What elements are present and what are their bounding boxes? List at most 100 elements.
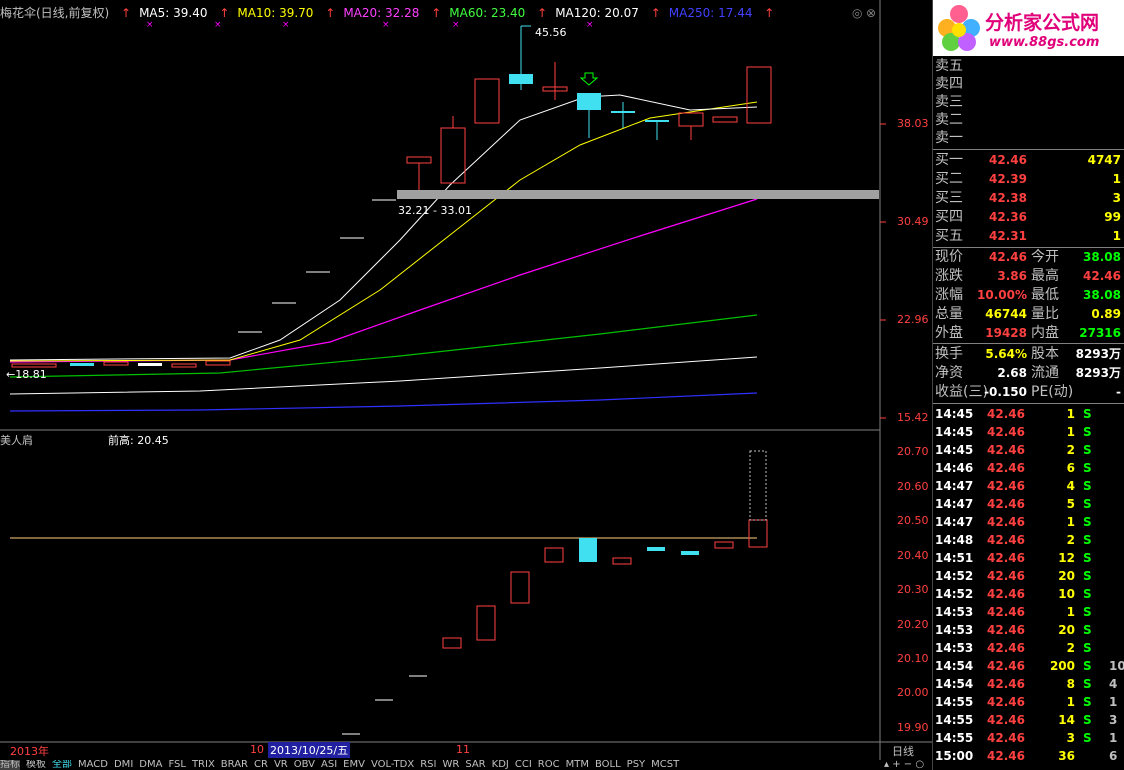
quote-value: 0.89 bbox=[1091, 307, 1121, 321]
tab-asi[interactable]: ASI bbox=[321, 760, 337, 770]
tick-volume: 1 bbox=[1066, 425, 1075, 439]
tick-row: 14:52 42.46 10 S bbox=[933, 585, 1123, 603]
ask-label: 卖五 bbox=[935, 58, 963, 74]
bid-price: 42.36 bbox=[989, 210, 1027, 224]
tab-obv[interactable]: OBV bbox=[294, 760, 315, 770]
tick-row: 14:53 42.46 20 S bbox=[933, 621, 1123, 639]
kline-chart[interactable]: × × × × × × bbox=[0, 0, 932, 770]
tab-rsi[interactable]: RSI bbox=[420, 760, 436, 770]
ma10-label: MA10: 39.70 bbox=[237, 6, 314, 20]
logo: 分析家公式网 www.88gs.com bbox=[933, 0, 1124, 56]
tick-side: S bbox=[1083, 677, 1092, 691]
tab-trix[interactable]: TRIX bbox=[192, 760, 215, 770]
bid-price: 42.31 bbox=[989, 229, 1027, 243]
tab-cci[interactable]: CCI bbox=[515, 760, 532, 770]
tick-row: 14:52 42.46 20 S bbox=[933, 567, 1123, 585]
quote-value: 46744 bbox=[985, 307, 1027, 321]
tab-boll[interactable]: BOLL bbox=[595, 760, 621, 770]
tick-time: 14:53 bbox=[935, 605, 974, 619]
tick-volume: 8 bbox=[1066, 677, 1075, 691]
settings-icon[interactable]: ◎ bbox=[852, 6, 862, 20]
tab-cr[interactable]: CR bbox=[254, 760, 268, 770]
bid-volume: 3 bbox=[1112, 191, 1121, 205]
bid-label: 买五 bbox=[935, 228, 963, 244]
tick-side: S bbox=[1083, 587, 1092, 601]
tick-price: 42.46 bbox=[987, 731, 1025, 745]
tab-mcst[interactable]: MCST bbox=[651, 760, 679, 770]
tick-row: 14:46 42.46 6 S bbox=[933, 459, 1123, 477]
tick-side: S bbox=[1083, 569, 1092, 583]
ma250-label: MA250: 17.44 bbox=[668, 6, 753, 20]
tab-macd[interactable]: MACD bbox=[78, 760, 108, 770]
sub-y-tick: 19.90 bbox=[897, 721, 929, 734]
ma120-line bbox=[9, 356, 758, 395]
chart-area[interactable]: × × × × × × 梅花伞(日线,前复权) ↑ MA5: 39.40 ↑ MA10: 3… bbox=[0, 0, 932, 770]
tab-sar[interactable]: SAR bbox=[465, 760, 485, 770]
tab-template[interactable]: 模板 bbox=[26, 760, 46, 770]
ask-row: 卖四 bbox=[933, 75, 1123, 93]
tick-side: S bbox=[1083, 551, 1092, 565]
tick-side: S bbox=[1083, 659, 1092, 673]
tab-dmi[interactable]: DMI bbox=[114, 760, 133, 770]
tick-row: 14:55 42.46 1 S 1 bbox=[933, 693, 1123, 711]
quote-label: 涨跌 bbox=[935, 268, 963, 284]
tick-row: 14:55 42.46 14 S 3 bbox=[933, 711, 1123, 729]
quote-value: 8293万 bbox=[1075, 366, 1121, 380]
indicator-header: 梅花伞(日线,前复权) ↑ MA5: 39.40 ↑ MA10: 39.70 ↑ MA… bbox=[0, 4, 782, 20]
tab-vr[interactable]: VR bbox=[274, 760, 288, 770]
svg-text:×: × bbox=[586, 20, 594, 30]
date-month-10: 10 bbox=[250, 743, 264, 756]
zoom-controls[interactable]: ▴ + − ○ bbox=[884, 760, 924, 770]
tick-count: 4 bbox=[1109, 677, 1118, 691]
ma20-line bbox=[9, 198, 758, 363]
ask-row: 卖二 bbox=[933, 111, 1123, 129]
tab-emv[interactable]: EMV bbox=[343, 760, 365, 770]
quote-row: 涨跌 3.86 最高 42.46 bbox=[933, 267, 1123, 285]
tab-indicator[interactable]: 指标 bbox=[0, 760, 20, 770]
quote-value: 8293万 bbox=[1075, 347, 1121, 361]
indicator-tab-bar[interactable]: 指标 模板 全部 MACD DMI DMA FSL TRIX BRAR CR VR OBV ASI EMV… bbox=[0, 760, 890, 770]
tab-wr[interactable]: WR bbox=[442, 760, 459, 770]
tab-dma[interactable]: DMA bbox=[139, 760, 162, 770]
tick-side: S bbox=[1083, 713, 1092, 727]
tick-volume: 6 bbox=[1066, 461, 1075, 475]
quote-label: 流通 bbox=[1031, 365, 1059, 381]
close-icon[interactable]: ⊗ bbox=[866, 6, 876, 20]
tab-roc[interactable]: ROC bbox=[538, 760, 560, 770]
y-tick: 38.03 bbox=[897, 117, 929, 130]
period-selector[interactable]: 日线 bbox=[892, 743, 914, 759]
tick-price: 42.46 bbox=[987, 443, 1025, 457]
tick-row: 14:47 42.46 1 S bbox=[933, 513, 1123, 531]
logo-url: www.88gs.com bbox=[989, 35, 1100, 50]
tick-volume: 1 bbox=[1066, 407, 1075, 421]
tab-vol-tdx[interactable]: VOL-TDX bbox=[371, 760, 414, 770]
ma250-line bbox=[9, 392, 758, 412]
quote-value: 3.86 bbox=[997, 269, 1027, 283]
bid-price: 42.38 bbox=[989, 191, 1027, 205]
tick-price: 42.46 bbox=[987, 587, 1025, 601]
tick-time: 15:00 bbox=[935, 749, 974, 763]
ma5-line bbox=[9, 94, 758, 361]
tick-volume: 20 bbox=[1058, 569, 1075, 583]
tab-all[interactable]: 全部 bbox=[52, 760, 72, 770]
tab-brar[interactable]: BRAR bbox=[221, 760, 248, 770]
tab-mtm[interactable]: MTM bbox=[566, 760, 589, 770]
tick-side: S bbox=[1083, 731, 1092, 745]
tab-fsl[interactable]: FSL bbox=[168, 760, 186, 770]
tick-time: 14:45 bbox=[935, 407, 974, 421]
sub-y-tick: 20.30 bbox=[897, 583, 929, 596]
svg-text:×: × bbox=[382, 20, 390, 30]
y-tick: 30.49 bbox=[897, 215, 929, 228]
ask-label: 卖四 bbox=[935, 76, 963, 92]
tick-time: 14:47 bbox=[935, 515, 974, 529]
sub-indicator-name[interactable]: 美人肩 bbox=[0, 432, 33, 448]
tick-volume: 3 bbox=[1066, 731, 1075, 745]
ask-label: 卖三 bbox=[935, 94, 963, 110]
logo-flower-icon bbox=[938, 5, 980, 51]
quote-value: 5.64% bbox=[985, 347, 1027, 361]
sub-y-tick: 20.50 bbox=[897, 514, 929, 527]
tab-psy[interactable]: PSY bbox=[627, 760, 646, 770]
tick-side: S bbox=[1083, 443, 1092, 457]
quote-value: 27316 bbox=[1079, 326, 1121, 340]
tab-kdj[interactable]: KDJ bbox=[492, 760, 509, 770]
